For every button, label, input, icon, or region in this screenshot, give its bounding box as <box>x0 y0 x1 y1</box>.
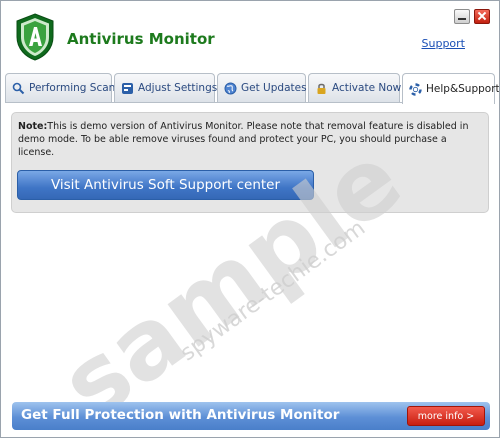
more-info-button[interactable]: more info > <box>407 406 485 426</box>
shield-logo-icon <box>16 13 54 61</box>
visit-support-center-button[interactable]: Visit Antivirus Soft Support center <box>17 170 314 200</box>
tab-get-updates[interactable]: Get Updates <box>217 73 307 102</box>
tab-adjust-settings[interactable]: Adjust Settings <box>114 73 218 102</box>
tab-label: Adjust Settings <box>138 82 218 94</box>
lifebuoy-icon <box>409 82 422 96</box>
globe-icon <box>224 82 237 94</box>
lock-icon <box>317 83 326 94</box>
tab-label: Activate Now <box>332 82 402 94</box>
note-label: Note: <box>18 121 48 132</box>
promo-text: Get Full Protection with Antivirus Monit… <box>21 407 340 423</box>
tab-activate-now[interactable]: Activate Now <box>308 73 402 102</box>
tab-label: Performing Scan <box>29 82 116 94</box>
window-controls <box>454 9 490 24</box>
tab-bar: Performing Scan Adjust Settings Get Upda… <box>5 73 499 104</box>
tab-label: Get Updates <box>241 82 307 94</box>
watermark-url: spyware-techie.com <box>176 215 371 367</box>
tab-performing-scan[interactable]: Performing Scan <box>5 73 116 102</box>
settings-icon <box>122 82 133 94</box>
app-title: Antivirus Monitor <box>67 30 215 48</box>
tab-label: Help&Support <box>426 83 500 95</box>
magnifier-icon <box>12 82 25 94</box>
promo-banner: Get Full Protection with Antivirus Monit… <box>12 402 490 430</box>
minimize-button[interactable] <box>454 9 470 24</box>
close-button[interactable] <box>474 9 490 24</box>
app-window: Antivirus Monitor Support Performing Sca… <box>0 0 500 438</box>
support-link[interactable]: Support <box>422 37 465 50</box>
demo-note: Note:This is demo version of Antivirus M… <box>18 120 480 159</box>
help-panel: Note:This is demo version of Antivirus M… <box>11 112 489 213</box>
note-text: This is demo version of Antivirus Monito… <box>18 121 469 158</box>
tab-help-support[interactable]: Help&Support <box>402 73 499 104</box>
